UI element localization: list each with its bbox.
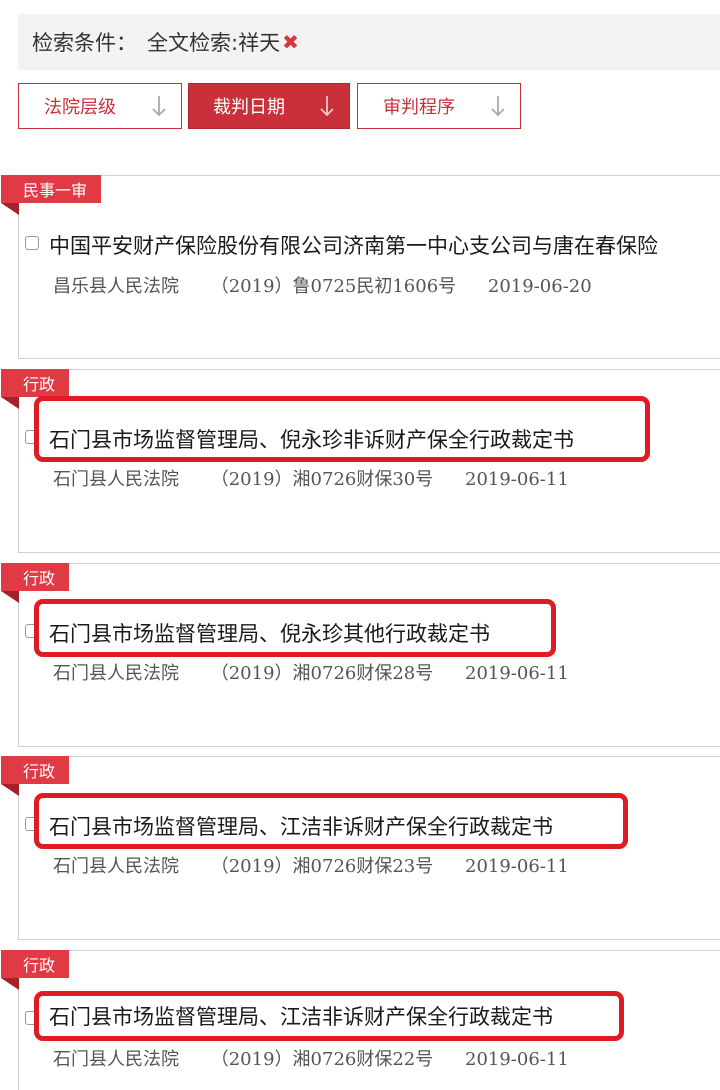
judgment-date: 2019-06-11: [465, 1049, 569, 1070]
sort-judgment-date-label: 裁判日期: [213, 97, 285, 118]
case-number: （2019）湘0726财保30号: [210, 469, 434, 490]
result-checkbox[interactable]: [25, 236, 39, 250]
court-name: 昌乐县人民法院: [53, 276, 179, 297]
result-card: 行政 石门县市场监督管理局、倪永珍非诉财产保全行政裁定书 石门县人民法院 （20…: [1, 369, 720, 553]
result-meta: 石门县人民法院 （2019）湘0726财保28号 2019-06-11: [53, 659, 595, 685]
judgment-date: 2019-06-11: [465, 469, 569, 490]
arrow-down-icon: [491, 96, 505, 117]
court-name: 石门县人民法院: [53, 469, 179, 490]
result-meta: 石门县人民法院 （2019）湘0726财保22号 2019-06-11: [53, 1045, 595, 1071]
case-number: （2019）湘0726财保22号: [210, 1049, 434, 1070]
case-number: （2019）湘0726财保23号: [210, 856, 434, 877]
tag-fold: [1, 591, 19, 603]
court-name: 石门县人民法院: [53, 856, 179, 877]
sort-trial-procedure-label: 审判程序: [383, 97, 455, 118]
sort-court-level-label: 法院层级: [44, 97, 116, 118]
judgment-date: 2019-06-20: [487, 276, 592, 297]
judgment-date: 2019-06-11: [465, 663, 569, 684]
result-card: 行政 石门县市场监督管理局、江洁非诉财产保全行政裁定书 石门县人民法院 （201…: [1, 950, 720, 1090]
tag-fold: [1, 978, 19, 990]
tag-fold: [1, 784, 19, 796]
result-meta: 昌乐县人民法院 （2019）鲁0725民初1606号 2019-06-20: [53, 272, 618, 298]
case-type-tag: 民事一审: [1, 175, 102, 203]
result-title-link[interactable]: 石门县市场监督管理局、江洁非诉财产保全行政裁定书: [49, 1001, 553, 1031]
search-condition-bar: 检索条件： 全文检索:祥天 ✖: [18, 14, 720, 70]
arrow-down-icon: [152, 96, 166, 117]
result-card: 民事一审 中国平安财产保险股份有限公司济南第一中心支公司与唐在春保险 昌乐县人民…: [1, 175, 720, 359]
case-type-tag: 行政: [1, 563, 70, 591]
sort-judgment-date-button[interactable]: 裁判日期: [188, 83, 350, 129]
result-card: 行政 石门县市场监督管理局、倪永珍其他行政裁定书 石门县人民法院 （2019）湘…: [1, 563, 720, 747]
search-condition-label: 检索条件：: [32, 31, 137, 55]
result-checkbox[interactable]: [25, 1011, 39, 1025]
sort-court-level-button[interactable]: 法院层级: [18, 83, 182, 129]
court-name: 石门县人民法院: [53, 1049, 179, 1070]
search-condition-value: 全文检索:祥天: [147, 31, 281, 55]
result-checkbox[interactable]: [25, 624, 39, 638]
remove-condition-icon[interactable]: ✖: [282, 30, 299, 54]
court-name: 石门县人民法院: [53, 663, 179, 684]
tag-fold: [1, 397, 19, 409]
case-number: （2019）鲁0725民初1606号: [210, 276, 457, 297]
result-meta: 石门县人民法院 （2019）湘0726财保30号 2019-06-11: [53, 465, 595, 491]
result-checkbox[interactable]: [25, 817, 39, 831]
case-number: （2019）湘0726财保28号: [210, 663, 434, 684]
result-title-link[interactable]: 石门县市场监督管理局、江洁非诉财产保全行政裁定书: [49, 811, 553, 841]
result-title-link[interactable]: 石门县市场监督管理局、倪永珍其他行政裁定书: [49, 618, 490, 648]
result-meta: 石门县人民法院 （2019）湘0726财保23号 2019-06-11: [53, 852, 595, 878]
result-checkbox[interactable]: [25, 430, 39, 444]
result-card: 行政 石门县市场监督管理局、江洁非诉财产保全行政裁定书 石门县人民法院 （201…: [1, 756, 720, 940]
arrow-down-icon: [320, 96, 334, 117]
result-title-link[interactable]: 中国平安财产保险股份有限公司济南第一中心支公司与唐在春保险: [49, 230, 658, 260]
case-type-tag: 行政: [1, 950, 70, 978]
sort-trial-procedure-button[interactable]: 审判程序: [357, 83, 521, 129]
tag-fold: [1, 203, 19, 215]
judgment-date: 2019-06-11: [465, 856, 569, 877]
result-title-link[interactable]: 石门县市场监督管理局、倪永珍非诉财产保全行政裁定书: [49, 424, 574, 454]
case-type-tag: 行政: [1, 756, 70, 784]
case-type-tag: 行政: [1, 369, 70, 397]
